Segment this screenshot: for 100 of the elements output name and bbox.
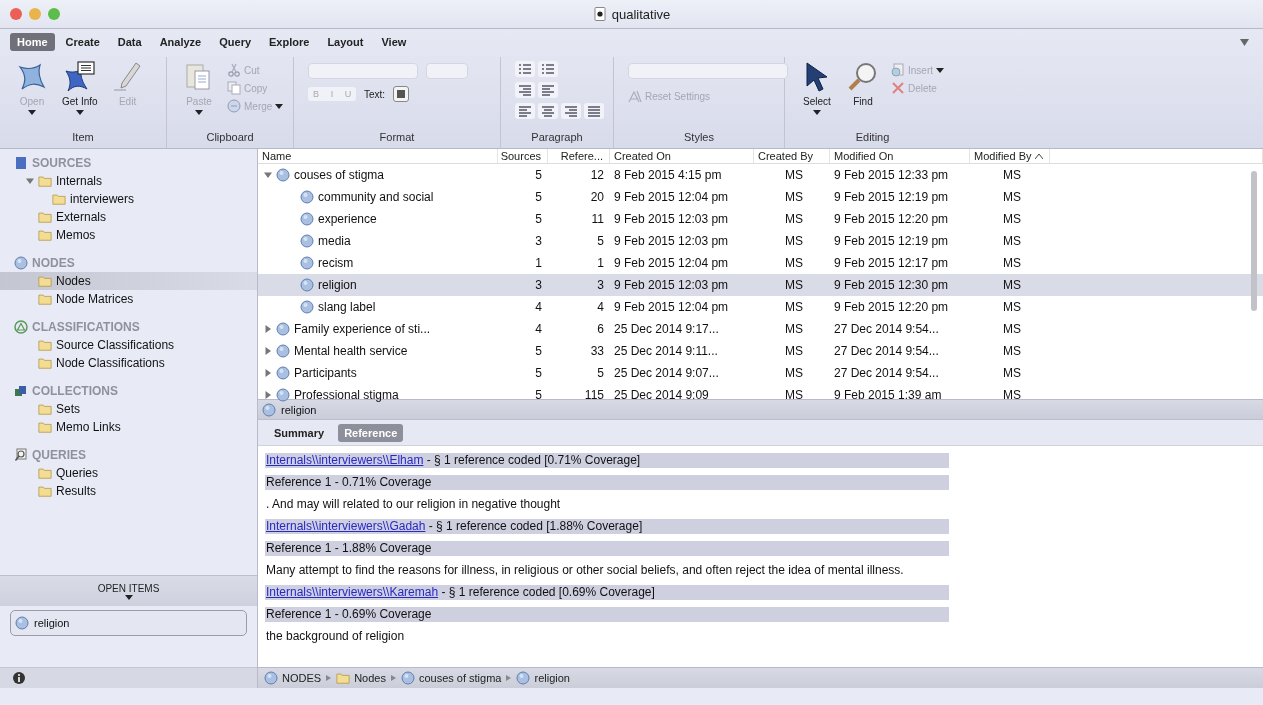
table-row[interactable]: Professional stigma 5 115 25 Dec 2014 9:09 MS 9 Feb 2015 1:39 am MS [258, 384, 1263, 406]
table-row[interactable]: religion 3 3 9 Feb 2015 12:03 pm MS 9 Feb 2015 12:30 pm MS [258, 274, 1263, 296]
node-icon [15, 616, 29, 630]
column-header[interactable]: Modified On [830, 149, 970, 163]
sidebar-item[interactable]: Queries [0, 464, 257, 482]
reference-heading: Reference 1 - 0.71% Coverage [265, 475, 949, 490]
column-header[interactable]: Created On [610, 149, 754, 163]
detail-title: religion [281, 403, 317, 416]
sidebar-item[interactable]: Internals [0, 172, 257, 190]
source-link[interactable]: Internals\\interviewers\\Gadah [266, 519, 426, 533]
detail-tab[interactable]: Summary [268, 423, 331, 442]
table-row[interactable]: recism 1 1 9 Feb 2015 12:04 pm MS 9 Feb 2015 12:17 pm MS [258, 252, 1263, 274]
breadcrumb-item[interactable]: Nodes [336, 671, 386, 685]
decrease-indent-button[interactable] [515, 82, 535, 98]
node-icon [516, 671, 531, 685]
table-cell-text: 5 [534, 212, 543, 226]
scrollbar[interactable] [1251, 171, 1257, 311]
breadcrumb-item[interactable]: religion [516, 671, 570, 685]
source-link[interactable]: Internals\\interviewers\\Elham [266, 453, 424, 467]
ribbon-button[interactable]: Get Info [60, 61, 100, 115]
table-cell-text: 5 [534, 388, 543, 402]
folder-icon [38, 402, 52, 416]
zoom-button[interactable] [48, 8, 60, 20]
sidebar-item[interactable]: Results [0, 482, 257, 500]
window-title: qualitative [611, 6, 671, 22]
group-title: Paragraph [530, 131, 584, 145]
table-row[interactable]: community and social 5 20 9 Feb 2015 12:04 pm MS 9 Feb 2015 12:19 pm MS [258, 186, 1263, 208]
table-cell-text: 9 Feb 2015 12:04 pm [613, 300, 730, 314]
table-row[interactable]: experience 5 11 9 Feb 2015 12:03 pm MS 9 Feb 2015 12:20 pm MS [258, 208, 1263, 230]
table-cell-text: 9 Feb 2015 12:03 pm [613, 278, 730, 292]
table-cell-text: 9 Feb 2015 12:20 pm [833, 300, 950, 314]
sidebar-item[interactable]: Node Classifications [0, 354, 257, 372]
ribbon-tab[interactable]: Home [10, 33, 55, 51]
align-center-button[interactable] [538, 103, 558, 119]
ribbon-button[interactable]: Find [845, 61, 881, 107]
ribbon-tab[interactable]: View [374, 33, 414, 51]
table-cell-text: MS [784, 344, 804, 358]
sidebar-item[interactable]: Memo Links [0, 418, 257, 436]
sidebar-item[interactable]: Sets [0, 400, 257, 418]
sidebar-item[interactable]: Node Matrices [0, 290, 257, 308]
table-cell-text: 9 Feb 2015 1:39 am [833, 388, 943, 402]
node-name: slang label [318, 300, 376, 314]
ribbon-tab[interactable]: Explore [262, 33, 317, 51]
folder-icon [52, 192, 66, 206]
justify-button[interactable] [584, 103, 604, 119]
column-header[interactable]: Refere... [548, 149, 610, 163]
ribbon-tab[interactable]: Query [212, 33, 259, 51]
node-icon [300, 212, 314, 226]
separator-icon [326, 675, 332, 681]
expand-triangle-icon[interactable] [264, 391, 272, 399]
collapse-triangle-icon[interactable] [264, 171, 272, 179]
sidebar-item[interactable]: Nodes [0, 272, 257, 290]
text-color-swatch[interactable] [393, 86, 410, 102]
ribbon-tab[interactable]: Data [110, 33, 149, 51]
breadcrumb-item[interactable]: couses of stigma [400, 671, 502, 685]
table-cell-text: MS [784, 234, 804, 248]
increase-indent-button[interactable] [538, 82, 558, 98]
table-row[interactable]: couses of stigma 5 12 8 Feb 2015 4:15 pm MS 9 Feb 2015 12:33 pm MS [258, 164, 1263, 186]
sidebar-item[interactable]: Source Classifications [0, 336, 257, 354]
expand-triangle-icon[interactable] [264, 347, 272, 355]
table-row[interactable]: media 3 5 9 Feb 2015 12:03 pm MS 9 Feb 2015 12:19 pm MS [258, 230, 1263, 252]
document-icon [592, 7, 607, 21]
bullet-list-button[interactable] [515, 61, 535, 77]
column-header[interactable]: Created By [754, 149, 830, 163]
column-header[interactable]: Sources [498, 149, 548, 163]
table-cell-text: 33 [589, 344, 605, 358]
column-header[interactable]: Modified By [970, 149, 1050, 163]
numbered-list-button[interactable] [538, 61, 558, 77]
cursor-list-icon [63, 61, 96, 93]
open-item[interactable]: religion [10, 610, 247, 636]
column-header[interactable]: Name [258, 149, 498, 163]
sidebar-item[interactable]: interviewers [0, 190, 257, 208]
table-cell-text: 4 [596, 300, 605, 314]
expand-triangle-icon[interactable] [264, 325, 272, 333]
collapse-ribbon-icon[interactable] [1240, 39, 1249, 46]
table-cell-text: MS [1002, 388, 1022, 402]
close-button[interactable] [10, 8, 22, 20]
expand-triangle-icon[interactable] [264, 369, 272, 377]
ribbon-button[interactable]: Select [799, 61, 835, 115]
table-row[interactable]: Family experience of sti... 4 6 25 Dec 2014 9:17... MS 27 Dec 2014 9:54... MS [258, 318, 1263, 340]
ribbon-tab[interactable]: Layout [320, 33, 371, 51]
table-cell-text: 5 [534, 366, 543, 380]
node-name: Participants [294, 366, 357, 380]
table-row[interactable]: slang label 4 4 9 Feb 2015 12:04 pm MS 9 Feb 2015 12:20 pm MS [258, 296, 1263, 318]
align-right-button[interactable] [561, 103, 581, 119]
source-link[interactable]: Internals\\interviewers\\Karemah [266, 585, 439, 599]
table-cell-text: MS [784, 366, 804, 380]
table-row[interactable]: Participants 5 5 25 Dec 2014 9:07... MS 27 Dec 2014 9:54... MS [258, 362, 1263, 384]
align-left-button[interactable] [515, 103, 535, 119]
coded-text: Many attempt to find the reasons for illness, in religious or other social beliefs, and often reject the idea of mental illness. [265, 563, 905, 578]
sidebar-item[interactable]: Memos [0, 226, 257, 244]
ribbon-tab[interactable]: Create [58, 33, 107, 51]
node-icon [300, 190, 314, 204]
sidebar-item[interactable]: Externals [0, 208, 257, 226]
collapse-triangle-icon[interactable] [26, 177, 34, 185]
table-row[interactable]: Mental health service 5 33 25 Dec 2014 9:11... MS 27 Dec 2014 9:54... MS [258, 340, 1263, 362]
ribbon-tab[interactable]: Analyze [152, 33, 209, 51]
breadcrumb-item[interactable]: NODES [264, 671, 322, 685]
table-cell-text: 11 [590, 212, 605, 226]
section-header: NODES [32, 256, 75, 270]
